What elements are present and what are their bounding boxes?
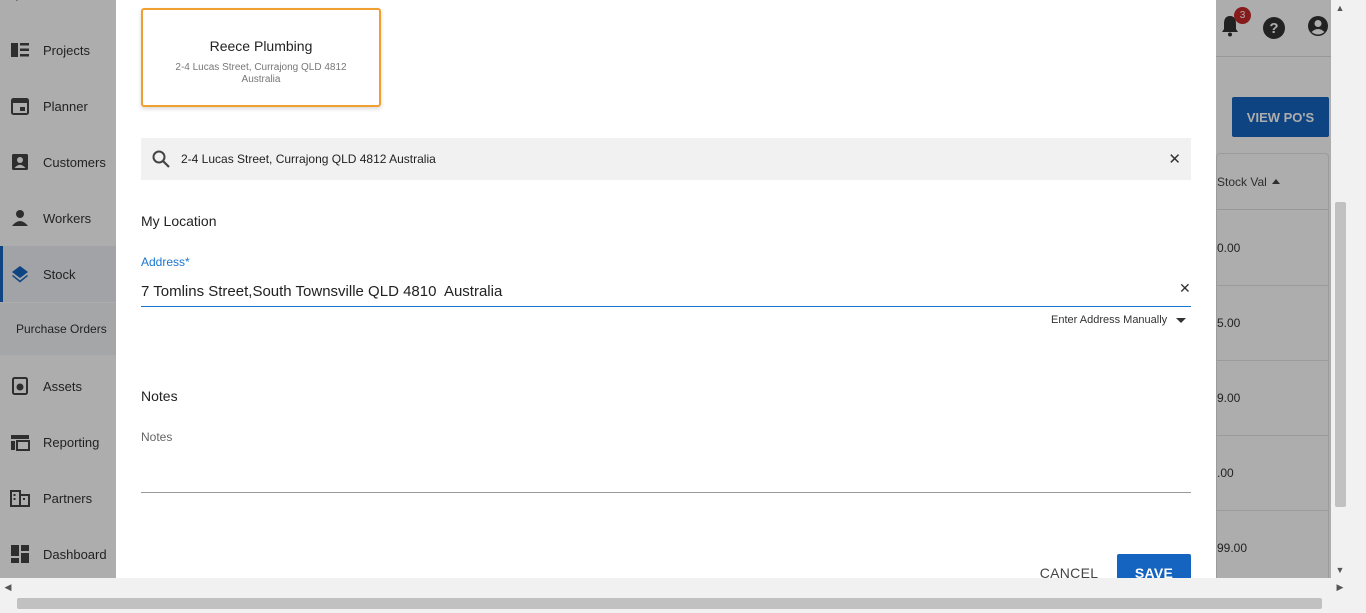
clear-search-icon[interactable]: ✕ [1168, 150, 1181, 168]
enter-address-manually-toggle[interactable]: Enter Address Manually [1051, 314, 1187, 326]
chevron-down-icon [1176, 317, 1187, 323]
notes-input[interactable] [141, 448, 1191, 493]
address-input[interactable] [141, 276, 1191, 307]
location-dialog: Reece Plumbing 2-4 Lucas Street, Currajo… [116, 0, 1216, 578]
cancel-button[interactable]: CANCEL [1031, 556, 1107, 578]
notes-heading: Notes [141, 388, 178, 404]
location-card[interactable]: Reece Plumbing 2-4 Lucas Street, Currajo… [141, 8, 381, 107]
horizontal-scroll-thumb[interactable] [17, 598, 1322, 609]
location-name: Reece Plumbing [209, 38, 313, 54]
search-input[interactable]: 2-4 Lucas Street, Currajong QLD 4812 Aus… [181, 152, 436, 166]
scroll-right-icon[interactable]: ▶ [1332, 578, 1348, 596]
address-label: Address* [141, 255, 190, 269]
search-icon [151, 149, 171, 169]
notes-label: Notes [141, 430, 173, 444]
vertical-scroll-thumb[interactable] [1335, 202, 1346, 507]
manual-toggle-label: Enter Address Manually [1051, 314, 1168, 326]
scroll-down-icon[interactable]: ▼ [1331, 562, 1349, 578]
vertical-scrollbar[interactable]: ▲ ▼ [1331, 0, 1366, 578]
clear-address-icon[interactable]: ✕ [1179, 280, 1191, 297]
scroll-left-icon[interactable]: ◀ [0, 578, 16, 596]
save-button[interactable]: SAVE [1117, 554, 1191, 578]
location-search[interactable]: 2-4 Lucas Street, Currajong QLD 4812 Aus… [141, 138, 1191, 180]
location-address: 2-4 Lucas Street, Currajong QLD 4812 Aus… [175, 62, 347, 85]
scroll-up-icon[interactable]: ▲ [1331, 0, 1349, 16]
horizontal-scrollbar[interactable]: ◀ ▶ [0, 578, 1366, 613]
my-location-heading: My Location [141, 213, 217, 229]
